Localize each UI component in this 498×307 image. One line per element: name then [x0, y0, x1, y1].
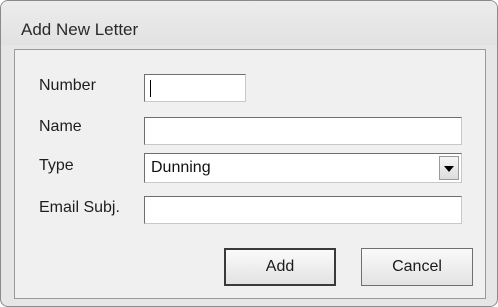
number-label: Number [39, 77, 96, 94]
email-subject-label: Email Subj. [39, 199, 120, 216]
name-field[interactable] [144, 117, 462, 145]
add-new-letter-dialog: Add New Letter Number Name Type Email Su… [0, 0, 498, 307]
title-bar[interactable]: Add New Letter [1, 1, 497, 45]
dialog-title: Add New Letter [21, 20, 139, 39]
type-dropdown-button[interactable] [439, 156, 459, 180]
number-field[interactable] [144, 74, 246, 102]
name-label: Name [39, 118, 82, 135]
type-selected-value: Dunning [151, 159, 211, 176]
cancel-button[interactable]: Cancel [361, 248, 473, 286]
text-caret [150, 80, 151, 97]
chevron-down-icon [444, 166, 454, 172]
type-select[interactable]: Dunning [144, 153, 462, 183]
email-subject-field[interactable] [144, 196, 462, 224]
add-button[interactable]: Add [224, 248, 336, 286]
type-label: Type [39, 157, 74, 174]
